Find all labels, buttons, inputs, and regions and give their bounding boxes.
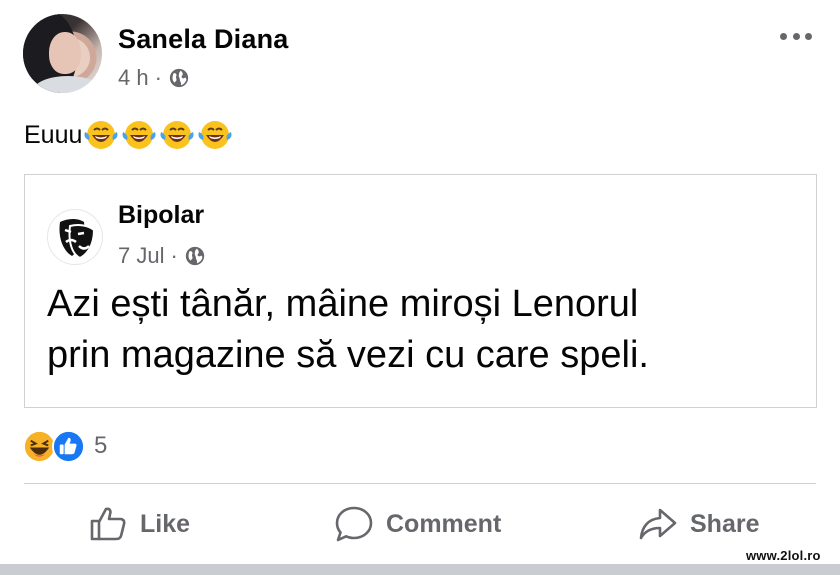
shared-text-line: Azi ești tânăr, mâine miroși Lenorul bbox=[47, 283, 639, 325]
bottom-separator-bar bbox=[0, 564, 840, 575]
comment-icon bbox=[335, 506, 373, 542]
emoji-row bbox=[83, 118, 233, 152]
watermark: www.2lol.ro bbox=[744, 548, 823, 563]
comment-label: Comment bbox=[386, 509, 502, 538]
author-name[interactable]: Sanela Diana bbox=[118, 24, 288, 55]
laughing-tears-emoji bbox=[84, 121, 118, 149]
globe-icon[interactable] bbox=[168, 67, 190, 89]
reactions-summary[interactable]: 5 bbox=[22, 428, 107, 464]
shared-text-line: prin magazine să vezi cu care speli. bbox=[47, 334, 649, 376]
theater-masks-icon bbox=[59, 219, 96, 260]
laughing-tears-emoji bbox=[198, 121, 232, 149]
like-button[interactable]: Like bbox=[88, 498, 190, 550]
share-arrow-icon bbox=[639, 508, 677, 540]
post-text-content: Euuu bbox=[24, 120, 83, 149]
reaction-count[interactable]: 5 bbox=[94, 432, 107, 460]
author-avatar[interactable] bbox=[23, 14, 102, 93]
action-bar: Like Comment Share bbox=[0, 498, 840, 550]
laughing-tears-emoji bbox=[160, 121, 194, 149]
like-label: Like bbox=[140, 509, 191, 538]
laughing-tears-emoji bbox=[122, 121, 156, 149]
shared-date[interactable]: 7 Jul bbox=[118, 243, 164, 269]
comment-button[interactable]: Comment bbox=[334, 498, 501, 550]
page-logo[interactable] bbox=[47, 209, 103, 265]
share-label: Share bbox=[690, 509, 760, 538]
post-meta: 4 h · bbox=[118, 64, 190, 92]
facebook-post: Sanela Diana 4 h · Euuu Bipolar 7 Jul · … bbox=[0, 0, 840, 575]
like-reaction-icon bbox=[51, 429, 86, 463]
shared-meta: 7 Jul · bbox=[118, 243, 206, 269]
meta-separator: · bbox=[154, 65, 162, 90]
post-text: Euuu bbox=[24, 117, 233, 153]
more-dots-icon bbox=[780, 32, 787, 40]
shared-post-card[interactable]: Bipolar 7 Jul · Azi ești tânăr, mâine mi… bbox=[24, 174, 817, 408]
divider bbox=[24, 483, 816, 484]
share-button[interactable]: Share bbox=[638, 498, 759, 550]
thumbs-up-icon bbox=[90, 507, 126, 541]
post-time[interactable]: 4 h bbox=[118, 65, 149, 91]
shared-page-name[interactable]: Bipolar bbox=[118, 201, 204, 230]
more-dot bbox=[805, 32, 812, 40]
more-dot bbox=[792, 32, 800, 40]
globe-icon bbox=[185, 246, 204, 266]
more-options-button[interactable] bbox=[776, 24, 816, 48]
shared-post-text: Azi ești tânăr, mâine miroși Lenorul pri… bbox=[47, 279, 807, 381]
meta-separator: · bbox=[170, 243, 178, 268]
